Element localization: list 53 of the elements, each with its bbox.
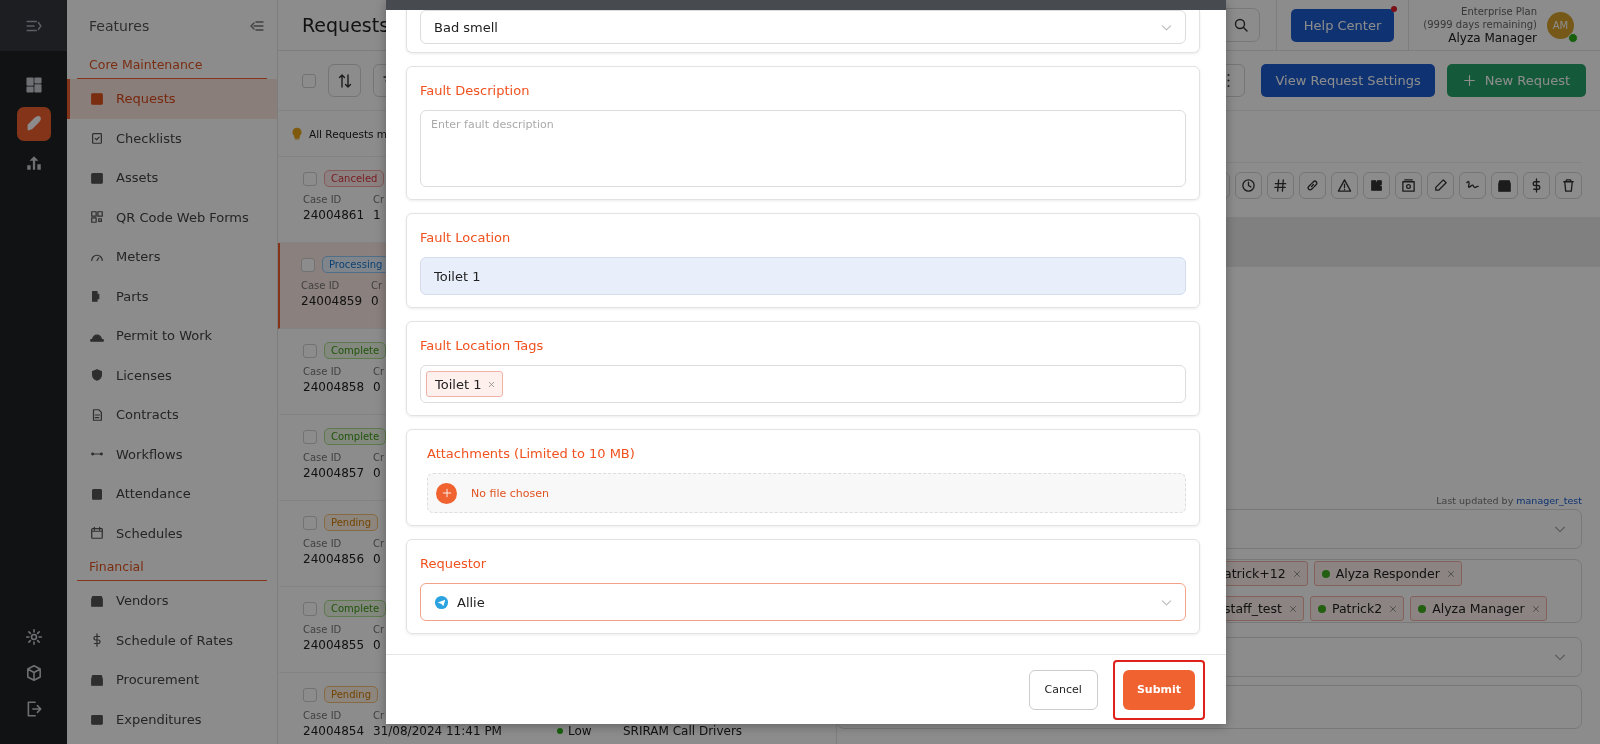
case-id: 24004861: [303, 208, 365, 222]
status-badge: Pending: [324, 686, 378, 703]
location-tag: Toilet 1: [426, 371, 504, 397]
column-value: 0: [373, 638, 381, 652]
case-id-label: Case ID: [301, 280, 340, 291]
user-tag: Alyza Responder: [1313, 561, 1462, 586]
column-label: Cr: [373, 538, 385, 549]
case-id: 24004855: [303, 638, 365, 652]
column-value: 1: [373, 208, 381, 222]
case-id-label: Case ID: [303, 452, 342, 463]
field-label: Attachments (Limited to 10 MB): [427, 446, 636, 461]
case-id: 24004854: [303, 724, 365, 738]
field-label: Fault Location: [420, 230, 512, 245]
column-value: 0: [371, 294, 379, 308]
section-heading: Financial: [77, 553, 267, 581]
column-value: 0: [373, 466, 381, 480]
user-tag: Patrick2: [1309, 596, 1405, 621]
notice-text: All Requests m: [309, 127, 388, 140]
case-id-label: Case ID: [303, 624, 342, 635]
user-name: Alyza Manager: [1448, 32, 1537, 45]
case-id: 24004859: [301, 294, 363, 308]
column-label: Cr: [373, 624, 385, 635]
column-label: Cr: [373, 366, 385, 377]
case-id-label: Case ID: [303, 710, 342, 721]
column-label: Cr: [373, 452, 385, 463]
plan-remaining: (9999 days remaining): [1423, 18, 1537, 31]
column-label: Cr: [373, 710, 385, 721]
plan-name: Enterprise Plan: [1461, 5, 1537, 18]
status-badge: Complete: [324, 600, 387, 617]
case-id: 24004858: [303, 380, 365, 394]
column-value: 0: [373, 380, 381, 394]
field-label: Requestor: [420, 556, 488, 571]
case-id-label: Case ID: [303, 194, 342, 205]
column-value: 31/08/2024 11:41 PM: [373, 724, 502, 738]
case-id-label: Case ID: [303, 538, 342, 549]
field-label: Fault Location Tags: [420, 338, 545, 353]
panel-title: Features: [89, 17, 150, 34]
status-badge: Complete: [324, 428, 387, 445]
page-title: Requests: [302, 14, 390, 36]
column-value: 0: [373, 552, 381, 566]
priority-text: Low: [568, 724, 592, 738]
field-label: Fault Description: [420, 83, 531, 98]
file-status-text: No file chosen: [471, 486, 549, 500]
status-badge: Canceled: [324, 170, 385, 187]
case-id: 24004856: [303, 552, 365, 566]
column-label: Cr: [371, 280, 383, 291]
assignee-name: SRIRAM Call Drivers: [623, 724, 743, 738]
case-id: 24004857: [303, 466, 365, 480]
status-badge: Pending: [324, 514, 378, 531]
case-id-label: Case ID: [303, 366, 342, 377]
column-label: Cr: [373, 194, 385, 205]
user-tag: Alyza Manager: [1410, 596, 1547, 621]
status-badge: Complete: [324, 342, 387, 359]
